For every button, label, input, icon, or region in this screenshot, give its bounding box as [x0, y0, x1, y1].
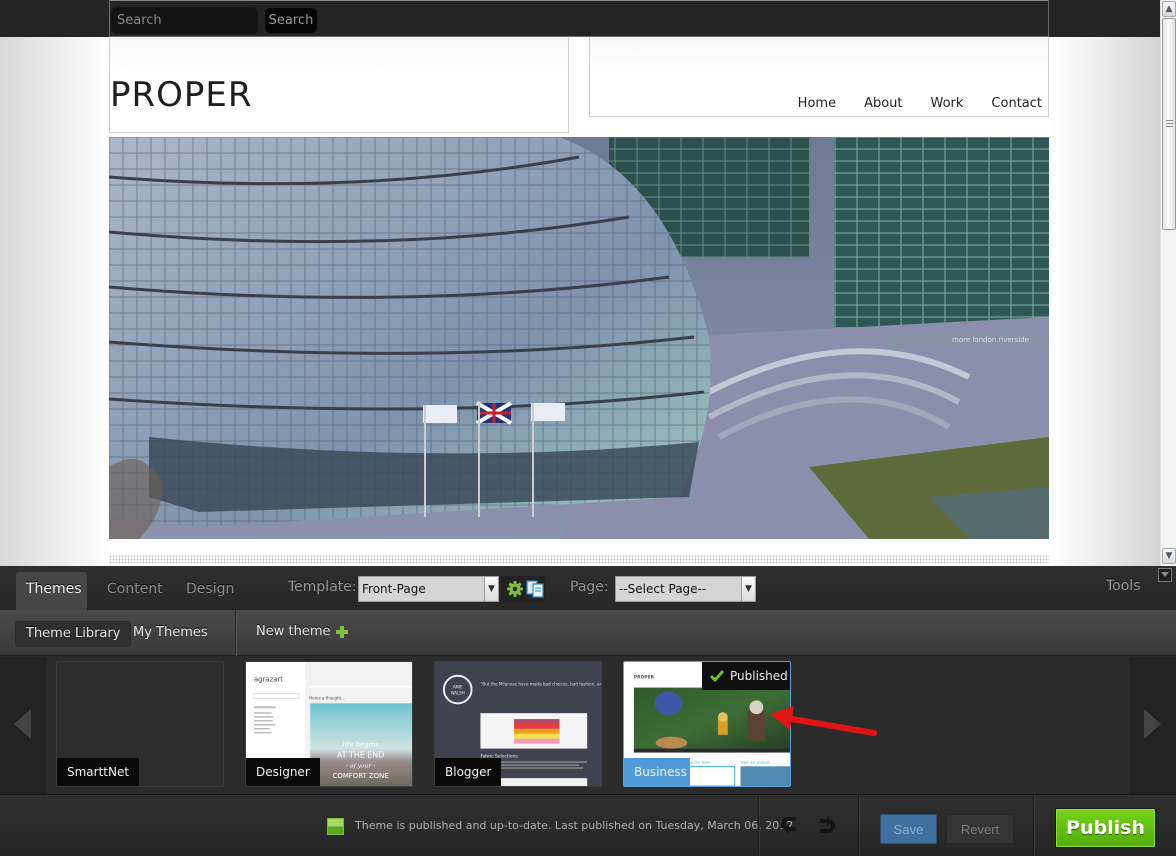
theme-card-smarttnet[interactable]: SmarttNet	[56, 661, 224, 787]
site-nav-box: Home About Work Contact	[589, 37, 1049, 117]
theme-card-designer[interactable]: agrazart Heres a thought... life begins …	[245, 661, 413, 787]
plus-icon	[336, 625, 349, 638]
chevron-down-icon: ▼	[741, 577, 755, 601]
theme-subtab-bar: Theme Library My Themes New theme	[0, 610, 1176, 656]
published-badge: Published	[702, 662, 790, 690]
thumb-text: life begins	[342, 741, 379, 749]
nav-contact[interactable]: Contact	[991, 96, 1042, 111]
carousel-prev-arrow-icon[interactable]	[0, 657, 46, 794]
thumb-text: Heres a thought...	[309, 695, 345, 700]
hero-photo-city-hall: more london riverside	[109, 137, 1049, 539]
subtab-my-themes[interactable]: My Themes	[123, 621, 218, 647]
divider	[758, 795, 760, 856]
site-title: PROPER	[110, 75, 253, 115]
template-actions	[500, 576, 546, 602]
scroll-down-button[interactable]: ▼	[1162, 548, 1176, 564]
new-theme-button[interactable]: New theme	[256, 624, 349, 639]
divider	[858, 795, 860, 856]
template-label: Template:	[288, 579, 357, 595]
copy-icon[interactable]	[526, 580, 544, 598]
subtab-theme-library[interactable]: Theme Library	[15, 621, 132, 647]
thumb-text: "But the Milanese have made bad choices,…	[480, 682, 601, 687]
page-label: Page:	[570, 579, 609, 595]
template-select-value: Front-Page	[362, 582, 426, 596]
thumb-text: View our product	[741, 760, 771, 764]
thumb-text: - of your -	[346, 763, 375, 769]
publish-button[interactable]: Publish	[1055, 808, 1156, 848]
content-divider	[109, 555, 1049, 564]
undo-icon[interactable]	[780, 815, 802, 835]
theme-card-label: Blogger	[435, 758, 502, 786]
publish-status-text: Theme is published and up-to-date. Last …	[355, 819, 794, 832]
new-theme-label: New theme	[256, 624, 331, 639]
site-preview: Search PROPER Home About Work Contact	[0, 0, 1160, 566]
chevron-down-icon: ▼	[484, 577, 498, 601]
hero-image: more london riverside	[109, 137, 1049, 539]
theme-card-label: SmarttNet	[57, 758, 140, 786]
divider	[1033, 795, 1035, 856]
redo-icon[interactable]	[814, 815, 836, 835]
theme-card-label: Business	[624, 758, 690, 786]
thumb-text: agrazart	[254, 676, 283, 684]
site-search-button[interactable]: Search	[265, 8, 317, 33]
divider	[235, 610, 237, 656]
site-search-input[interactable]	[111, 7, 258, 34]
save-button[interactable]: Save	[880, 814, 937, 844]
site-header-logo: PROPER	[109, 37, 569, 133]
thumb-text: AT THE END	[337, 750, 384, 759]
collapse-panel-button[interactable]	[1158, 568, 1172, 582]
thumb-text: WALSH	[451, 690, 465, 695]
status-ok-icon	[327, 818, 344, 835]
carousel-next-arrow-icon[interactable]	[1130, 657, 1176, 794]
nav-about[interactable]: About	[864, 96, 902, 111]
tab-content[interactable]: Content	[97, 572, 173, 610]
theme-carousel: SmarttNet agrazart Heres a thought... li…	[0, 657, 1176, 794]
theme-card-blogger[interactable]: AMIE WALSH "But the Milanese have made b…	[434, 661, 602, 787]
page-select[interactable]: --Select Page-- ▼	[615, 576, 756, 602]
scroll-grip-icon	[1166, 120, 1173, 128]
page-select-value: --Select Page--	[619, 582, 707, 596]
editor-tab-bar: Themes Content Design Template: Front-Pa…	[0, 566, 1176, 610]
checkmark-icon	[710, 670, 724, 682]
nav-work[interactable]: Work	[931, 96, 964, 111]
theme-editor-panel: Themes Content Design Template: Front-Pa…	[0, 566, 1176, 856]
app-window: Search PROPER Home About Work Contact	[0, 0, 1176, 856]
theme-card-business[interactable]: PROPER Meet our team View our product Pu…	[623, 661, 791, 787]
theme-card-label: Designer	[246, 758, 320, 786]
thumb-text: PROPER	[634, 675, 655, 681]
tab-design[interactable]: Design	[176, 572, 244, 610]
revert-button[interactable]: Revert	[946, 814, 1014, 844]
hero-caption: more london riverside	[952, 336, 1029, 344]
gear-icon[interactable]	[506, 580, 524, 598]
editor-footer: Theme is published and up-to-date. Last …	[0, 794, 1176, 856]
preview-scrollbar[interactable]: ▲ ▼	[1160, 0, 1176, 566]
published-label: Published	[730, 669, 788, 683]
thumb-text: COMFORT ZONE	[333, 772, 389, 780]
thumb-text: AMIE	[453, 685, 463, 690]
tools-menu-button[interactable]: Tools	[1106, 578, 1141, 594]
site-nav: Home About Work Contact	[770, 96, 1042, 111]
tab-themes[interactable]: Themes	[16, 572, 87, 610]
template-select[interactable]: Front-Page ▼	[358, 576, 499, 602]
scroll-up-button[interactable]: ▲	[1162, 1, 1176, 17]
nav-home[interactable]: Home	[798, 96, 836, 111]
site-top-bar: Search	[0, 0, 1160, 37]
scroll-thumb[interactable]	[1162, 18, 1176, 230]
